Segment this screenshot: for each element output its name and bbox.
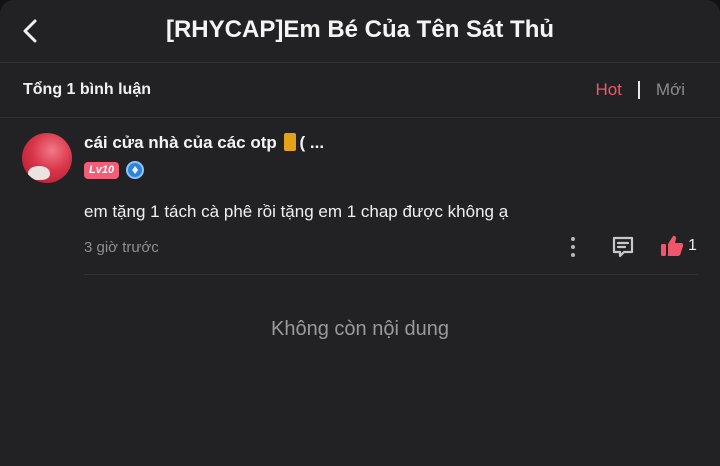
comment-total: Tổng 1 bình luận — [23, 81, 151, 98]
more-options-button[interactable] — [563, 235, 583, 259]
reply-button[interactable] — [611, 235, 635, 259]
sort-new-tab[interactable]: Mới — [656, 80, 685, 100]
username-text: cái cửa nhà của các otp — [84, 133, 277, 152]
avatar[interactable] — [22, 133, 72, 183]
sort-hot-tab[interactable]: Hot — [595, 80, 621, 100]
level-badge: Lv10 — [84, 161, 120, 179]
comment-bubble-icon — [612, 236, 634, 258]
comment-timestamp: 3 giờ trước — [84, 239, 159, 256]
back-button[interactable] — [14, 15, 48, 47]
header: [RHYCAP]Em Bé Của Tên Sát Thủ — [0, 0, 720, 63]
comments-sheet: [RHYCAP]Em Bé Của Tên Sát Thủ Tổng 1 bìn… — [0, 0, 720, 466]
sort-toggle: Hot Mới — [595, 80, 685, 100]
door-icon — [283, 133, 296, 151]
comment-divider — [84, 274, 698, 275]
more-dot-icon — [571, 237, 575, 241]
sort-divider — [637, 81, 640, 99]
comment-text: em tặng 1 tách cà phê rồi tặng em 1 chap… — [84, 202, 509, 221]
like-count: 1 — [688, 237, 697, 254]
username-suffix: ( ... — [299, 133, 325, 152]
comments-count-bar: Tổng 1 bình luận Hot Mới — [0, 64, 720, 118]
empty-state-message: Không còn nội dung — [271, 318, 449, 340]
more-dot-icon — [571, 245, 575, 249]
like-button[interactable]: 1 — [660, 234, 697, 258]
page-title: [RHYCAP]Em Bé Của Tên Sát Thủ — [165, 16, 555, 43]
more-dot-icon — [571, 253, 575, 257]
comment-username[interactable]: cái cửa nhà của các otp ( ... — [84, 133, 324, 153]
user-badges: Lv10 — [84, 161, 145, 179]
chevron-left-icon — [23, 19, 37, 43]
verified-badge-icon — [126, 161, 145, 179]
thumbs-up-icon — [660, 234, 684, 258]
